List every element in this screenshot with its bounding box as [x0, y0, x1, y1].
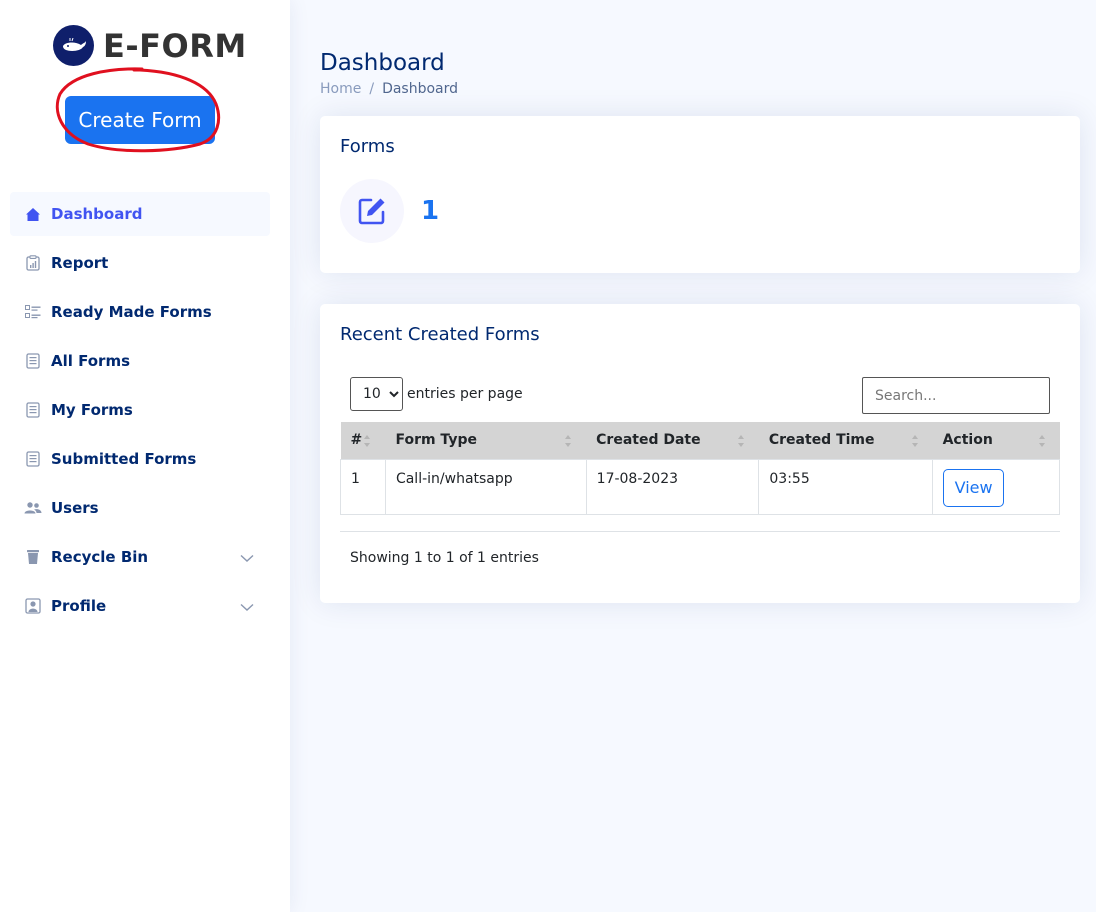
sidebar-item-label: Users	[51, 499, 99, 517]
sidebar-item-label: Ready Made Forms	[51, 303, 212, 321]
whale-logo-icon	[53, 25, 94, 66]
column-header-created-date[interactable]: Created Date	[586, 422, 759, 459]
sort-icon	[1038, 435, 1045, 447]
sidebar-item-my-forms[interactable]: My Forms	[10, 388, 270, 432]
pagination-info: Showing 1 to 1 of 1 entries	[350, 550, 539, 566]
sidebar-item-label: Recycle Bin	[51, 548, 149, 566]
search-input[interactable]	[862, 377, 1050, 414]
sidebar-item-users[interactable]: Users	[10, 486, 270, 530]
sort-icon	[364, 435, 371, 447]
chevron-down-icon[interactable]	[240, 598, 254, 616]
report-icon	[24, 254, 42, 272]
sidebar-item-label: Report	[51, 254, 109, 272]
cell-created-time: 03:55	[758, 458, 934, 515]
document-icon	[24, 352, 42, 370]
entries-per-page: 10 entries per page	[350, 377, 523, 411]
sidebar-item-label: All Forms	[51, 352, 131, 370]
cell-form-type: Call-in/whatsapp	[384, 458, 587, 515]
sidebar-item-all-forms[interactable]: All Forms	[10, 339, 270, 383]
sidebar-item-dashboard[interactable]: Dashboard	[10, 192, 270, 236]
brand[interactable]: E-FORM	[53, 25, 247, 66]
users-icon	[24, 499, 42, 517]
sidebar-item-recycle-bin[interactable]: Recycle Bin	[10, 535, 270, 579]
recent-forms-table: # Form Type Created Date Created Time Ac…	[340, 422, 1060, 515]
entries-label: entries per page	[407, 386, 523, 402]
page-title: Dashboard	[320, 50, 445, 76]
trash-icon	[24, 548, 42, 566]
breadcrumb: Home / Dashboard	[320, 81, 458, 97]
breadcrumb-home-link[interactable]: Home	[320, 81, 361, 97]
document-icon	[24, 450, 42, 468]
sidebar-nav: Dashboard Report Ready Made Forms All Fo…	[10, 192, 270, 633]
column-header-number[interactable]: #	[341, 422, 386, 459]
sort-icon	[565, 435, 572, 447]
cell-created-date: 17-08-2023	[585, 458, 760, 515]
edit-icon	[340, 179, 404, 243]
sidebar-item-profile[interactable]: Profile	[10, 584, 270, 628]
entries-select[interactable]: 10	[350, 377, 403, 411]
column-header-created-time[interactable]: Created Time	[759, 422, 933, 459]
create-form-button[interactable]: Create Form	[65, 96, 215, 144]
sidebar-item-label: My Forms	[51, 401, 133, 419]
list-icon	[24, 303, 42, 321]
sort-icon	[911, 435, 918, 447]
chevron-down-icon[interactable]	[240, 549, 254, 567]
forms-card: Forms 1	[320, 116, 1080, 273]
forms-card-title: Forms	[340, 136, 395, 157]
brand-name: E-FORM	[103, 26, 247, 65]
house-icon	[24, 205, 42, 223]
column-header-form-type[interactable]: Form Type	[385, 422, 586, 459]
recent-forms-title: Recent Created Forms	[340, 324, 540, 345]
cell-number: 1	[340, 458, 386, 515]
sidebar-item-label: Submitted Forms	[51, 450, 197, 468]
view-button[interactable]: View	[943, 468, 1005, 507]
sidebar-item-label: Dashboard	[51, 205, 143, 223]
table-header-row: # Form Type Created Date Created Time Ac…	[340, 422, 1060, 459]
document-icon	[24, 401, 42, 419]
sort-icon	[737, 435, 744, 447]
table-row: 1 Call-in/whatsapp 17-08-2023 03:55 View	[340, 458, 1060, 515]
sidebar-item-label: Profile	[51, 597, 107, 615]
divider	[340, 531, 1060, 532]
column-header-action[interactable]: Action	[933, 422, 1060, 459]
sidebar-item-submitted-forms[interactable]: Submitted Forms	[10, 437, 270, 481]
person-icon	[24, 597, 42, 615]
breadcrumb-current: Dashboard	[382, 81, 459, 97]
sidebar-item-report[interactable]: Report	[10, 241, 270, 285]
cell-action: View	[932, 458, 1060, 515]
sidebar: E-FORM Create Form Dashboard Report Read…	[0, 0, 290, 912]
breadcrumb-separator: /	[369, 81, 375, 97]
recent-forms-card: Recent Created Forms 10 entries per page…	[320, 304, 1080, 603]
sidebar-item-ready-made-forms[interactable]: Ready Made Forms	[10, 290, 270, 334]
forms-count: 1	[421, 196, 440, 226]
